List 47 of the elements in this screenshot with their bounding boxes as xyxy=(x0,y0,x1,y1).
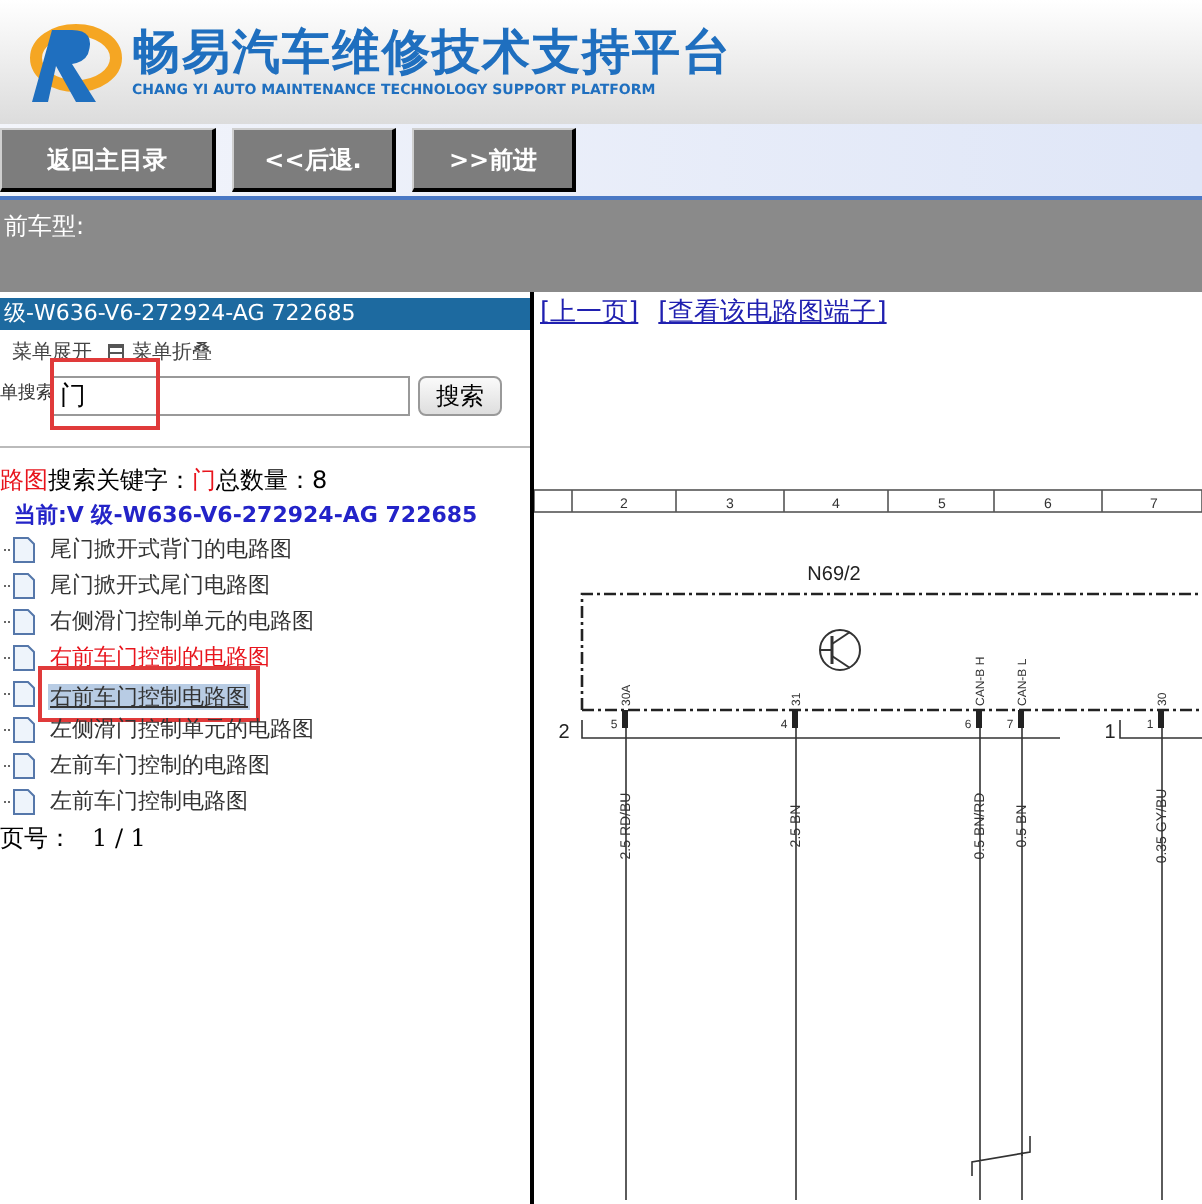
model-label: 前车型: xyxy=(4,212,85,240)
circuit-diagram-link[interactable]: 右侧滑门控制单元的电路图 xyxy=(48,605,316,639)
result-prefix: 路图 xyxy=(0,464,48,498)
document-icon xyxy=(4,608,36,636)
search-field[interactable]: 门 xyxy=(50,376,410,416)
circuit-diagram-link[interactable]: 左前车门控制的电路图 xyxy=(48,749,272,783)
pin-terminal xyxy=(976,710,982,728)
annotation-box xyxy=(50,358,160,430)
circuit-diagram-link[interactable]: 左前车门控制电路图 xyxy=(48,785,250,819)
document-icon xyxy=(4,680,36,708)
document-icon xyxy=(4,716,36,744)
wire-crossover xyxy=(971,1135,1031,1200)
transistor-symbol xyxy=(819,629,861,671)
viewer-link[interactable]: [查看该电路图端子] xyxy=(658,294,887,334)
nav-button[interactable]: <<后退. xyxy=(232,128,396,192)
pin-terminal xyxy=(622,710,628,728)
page-number: 1 / 1 xyxy=(92,822,146,856)
pin-terminal xyxy=(1158,710,1164,728)
collapse-icon xyxy=(108,344,124,360)
site-title: 畅易汽车维修技术支持平台 xyxy=(132,23,732,80)
keyword-value: 门 xyxy=(192,464,216,498)
sidebar-title: 级-W636-V6-272924-AG 722685 xyxy=(4,297,356,330)
count-label: 总数量： xyxy=(216,464,312,498)
nav-button[interactable]: 返回主目录 xyxy=(0,128,216,192)
connector-label: 2 xyxy=(558,722,570,744)
component-label: N69/2 xyxy=(807,564,861,586)
page-label: 页号： xyxy=(0,822,72,856)
document-icon xyxy=(4,752,36,780)
pin-terminal xyxy=(792,710,798,728)
pin-terminal xyxy=(1018,710,1024,728)
document-icon xyxy=(4,536,36,564)
document-icon xyxy=(4,644,36,672)
search-button[interactable]: 搜索 xyxy=(418,376,502,416)
document-icon xyxy=(4,572,36,600)
viewer-link[interactable]: [上一页] xyxy=(540,294,639,334)
circuit-diagram-link[interactable]: 右前车门控制电路图 xyxy=(48,684,250,710)
circuit-diagram-link[interactable]: 右前车门控制的电路图 xyxy=(48,641,272,675)
document-icon xyxy=(4,788,36,816)
count-value: 8 xyxy=(312,464,328,498)
keyword-label: 搜索关键字： xyxy=(48,464,192,498)
logo-icon xyxy=(24,18,124,106)
circuit-diagram-link[interactable]: 尾门掀开式尾门电路图 xyxy=(48,569,272,603)
circuit-diagram-link[interactable]: 尾门掀开式背门的电路图 xyxy=(48,533,294,567)
current-model: 当前:V 级-W636-V6-272924-AG 722685 xyxy=(12,500,480,532)
connector-label: 1 xyxy=(1104,722,1116,744)
circuit-diagram-link[interactable]: 左侧滑门控制单元的电路图 xyxy=(48,713,316,747)
nav-button[interactable]: >>前进 xyxy=(412,128,576,192)
